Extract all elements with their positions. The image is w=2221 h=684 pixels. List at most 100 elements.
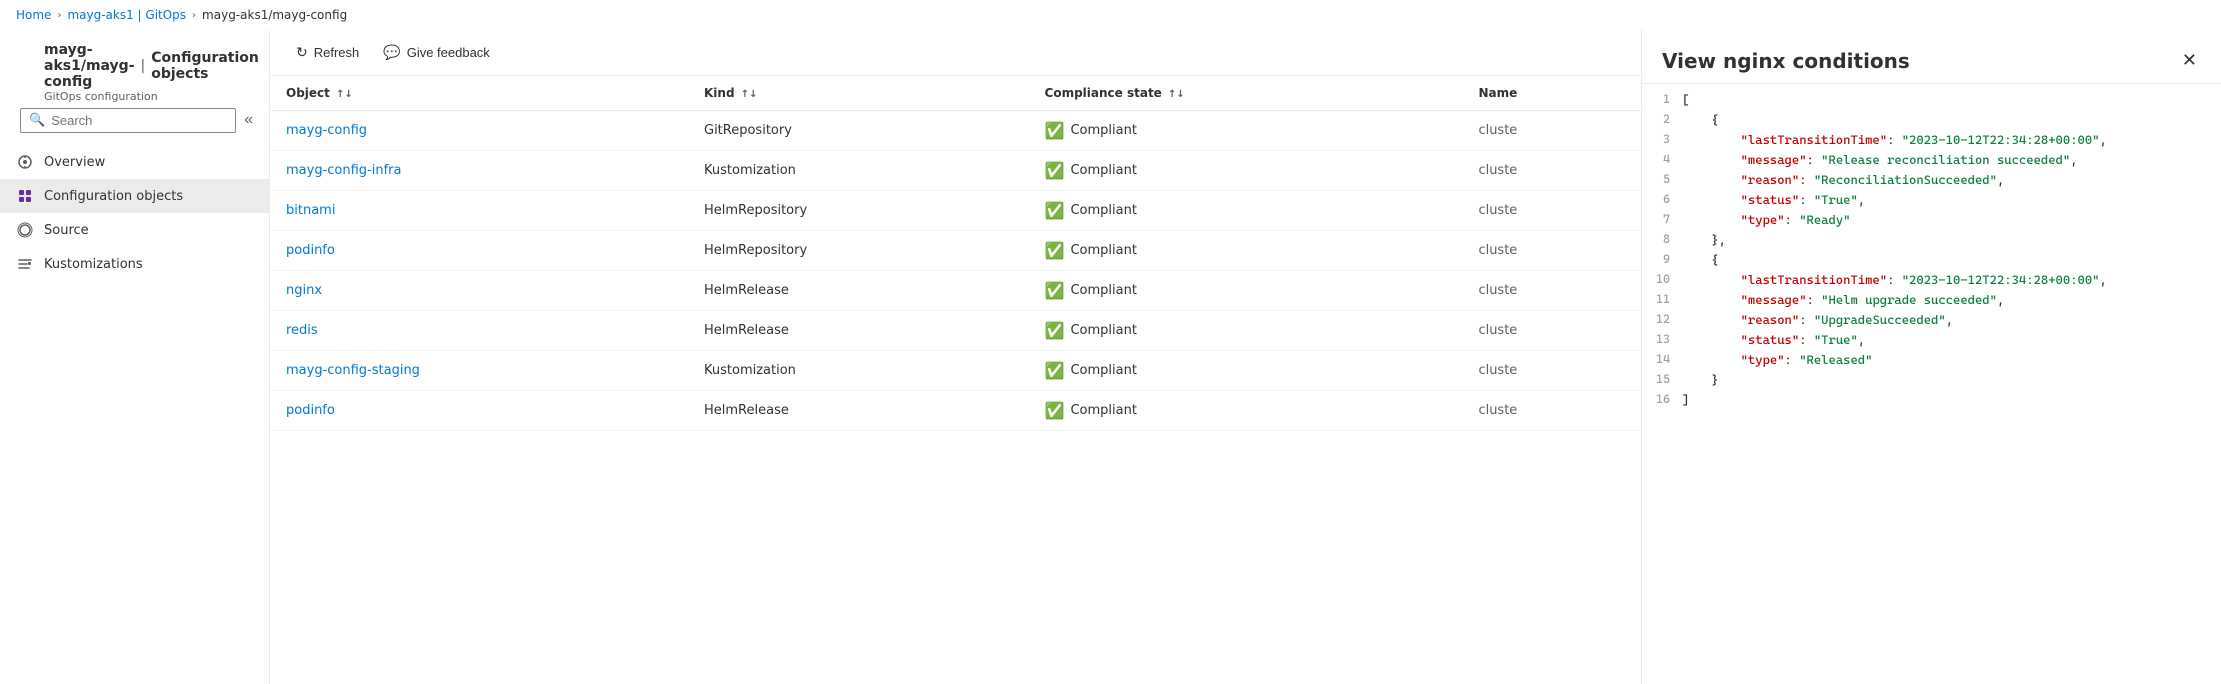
- table-row: podinfo HelmRelease ✅ Compliant cluste: [270, 391, 1641, 431]
- sidebar-item-source[interactable]: Source: [0, 213, 269, 247]
- search-icon: 🔍: [29, 113, 45, 128]
- cell-name: cluste: [1462, 111, 1641, 151]
- line-content: [: [1682, 92, 2221, 112]
- cell-object: redis: [270, 311, 688, 351]
- cell-name: cluste: [1462, 271, 1641, 311]
- object-link[interactable]: mayg-config: [286, 123, 367, 138]
- feedback-label: Give feedback: [407, 45, 490, 60]
- table-area: Object ↑↓ Kind ↑↓ Compliance state ↑↓ Na…: [270, 76, 1641, 684]
- breadcrumb-home[interactable]: Home: [16, 8, 51, 22]
- cell-compliance: ✅ Compliant: [1029, 351, 1463, 391]
- search-input[interactable]: [51, 113, 227, 128]
- code-line: 10 "lastTransitionTime": "2023-10-12T22:…: [1642, 272, 2221, 292]
- line-content: ]: [1682, 392, 2221, 412]
- code-line: 14 "type": "Released": [1642, 352, 2221, 372]
- line-content: {: [1682, 252, 2221, 272]
- line-number: 1: [1642, 92, 1682, 112]
- line-content: "status": "True",: [1682, 192, 2221, 212]
- code-line: 4 "message": "Release reconciliation suc…: [1642, 152, 2221, 172]
- line-number: 10: [1642, 272, 1682, 292]
- cell-kind: Kustomization: [688, 151, 1029, 191]
- compliant-icon: ✅: [1045, 321, 1065, 340]
- cell-object: nginx: [270, 271, 688, 311]
- line-number: 6: [1642, 192, 1682, 212]
- sidebar-item-source-label: Source: [44, 223, 89, 238]
- cell-kind: Kustomization: [688, 351, 1029, 391]
- cell-compliance: ✅ Compliant: [1029, 111, 1463, 151]
- main-content: ↻ Refresh 💬 Give feedback Object ↑↓ Kind…: [270, 30, 1641, 684]
- object-link[interactable]: podinfo: [286, 403, 335, 418]
- line-number: 3: [1642, 132, 1682, 152]
- breadcrumb-gitops[interactable]: mayg-aks1 | GitOps: [67, 8, 186, 22]
- page-title: mayg-aks1/mayg-config | Configuration ob…: [44, 42, 259, 90]
- object-link[interactable]: nginx: [286, 283, 322, 298]
- line-number: 9: [1642, 252, 1682, 272]
- object-link[interactable]: bitnami: [286, 203, 335, 218]
- line-content: "reason": "UpgradeSucceeded",: [1682, 312, 2221, 332]
- sidebar-item-config-objects[interactable]: Configuration objects: [0, 179, 269, 213]
- cell-kind: HelmRepository: [688, 231, 1029, 271]
- sidebar-item-kustomizations-label: Kustomizations: [44, 257, 143, 272]
- compliance-label: Compliant: [1070, 163, 1136, 178]
- code-area[interactable]: 1[2 {3 "lastTransitionTime": "2023-10-12…: [1642, 84, 2221, 684]
- cell-name: cluste: [1462, 231, 1641, 271]
- cell-name: cluste: [1462, 191, 1641, 231]
- sidebar: mayg-aks1/mayg-config | Configuration ob…: [0, 30, 270, 684]
- sidebar-item-overview[interactable]: Overview: [0, 145, 269, 179]
- close-panel-button[interactable]: ✕: [2178, 46, 2201, 75]
- page-subtitle: GitOps configuration: [44, 90, 259, 103]
- cell-object: mayg-config-staging: [270, 351, 688, 391]
- cell-compliance: ✅ Compliant: [1029, 151, 1463, 191]
- source-icon: [16, 221, 34, 239]
- line-content: "reason": "ReconciliationSucceeded",: [1682, 172, 2221, 192]
- compliance-label: Compliant: [1070, 323, 1136, 338]
- code-line: 13 "status": "True",: [1642, 332, 2221, 352]
- feedback-icon: 💬: [383, 44, 400, 61]
- code-line: 9 {: [1642, 252, 2221, 272]
- line-content: "type": "Ready": [1682, 212, 2221, 232]
- code-line: 15 }: [1642, 372, 2221, 392]
- line-content: "message": "Release reconciliation succe…: [1682, 152, 2221, 172]
- sidebar-item-kustomizations[interactable]: Kustomizations: [0, 247, 269, 281]
- collapse-button[interactable]: «: [240, 107, 257, 133]
- line-number: 14: [1642, 352, 1682, 372]
- col-name[interactable]: Name: [1462, 76, 1641, 111]
- nav-list: Overview Configuration objects: [0, 145, 269, 281]
- table-row: podinfo HelmRepository ✅ Compliant clust…: [270, 231, 1641, 271]
- code-line: 11 "message": "Helm upgrade succeeded",: [1642, 292, 2221, 312]
- line-number: 8: [1642, 232, 1682, 252]
- code-line: 6 "status": "True",: [1642, 192, 2221, 212]
- feedback-button[interactable]: 💬 Give feedback: [373, 38, 500, 67]
- overview-icon: [16, 153, 34, 171]
- code-line: 8 },: [1642, 232, 2221, 252]
- line-content: "status": "True",: [1682, 332, 2221, 352]
- line-content: "type": "Released": [1682, 352, 2221, 372]
- object-link[interactable]: redis: [286, 323, 318, 338]
- config-icon: [16, 187, 34, 205]
- cell-kind: HelmRelease: [688, 271, 1029, 311]
- search-box[interactable]: 🔍: [20, 108, 236, 133]
- code-line: 7 "type": "Ready": [1642, 212, 2221, 232]
- sidebar-item-overview-label: Overview: [44, 155, 105, 170]
- object-link[interactable]: mayg-config-staging: [286, 363, 420, 378]
- compliant-icon: ✅: [1045, 121, 1065, 140]
- refresh-button[interactable]: ↻ Refresh: [286, 38, 369, 67]
- line-number: 11: [1642, 292, 1682, 312]
- table-row: mayg-config-infra Kustomization ✅ Compli…: [270, 151, 1641, 191]
- line-content: "lastTransitionTime": "2023-10-12T22:34:…: [1682, 132, 2221, 152]
- cell-kind: HelmRelease: [688, 311, 1029, 351]
- object-link[interactable]: mayg-config-infra: [286, 163, 401, 178]
- col-object[interactable]: Object ↑↓: [270, 76, 688, 111]
- code-line: 3 "lastTransitionTime": "2023-10-12T22:3…: [1642, 132, 2221, 152]
- cell-name: cluste: [1462, 151, 1641, 191]
- line-content: },: [1682, 232, 2221, 252]
- col-compliance[interactable]: Compliance state ↑↓: [1029, 76, 1463, 111]
- object-link[interactable]: podinfo: [286, 243, 335, 258]
- compliance-label: Compliant: [1070, 363, 1136, 378]
- code-line: 5 "reason": "ReconciliationSucceeded",: [1642, 172, 2221, 192]
- line-content: {: [1682, 112, 2221, 132]
- col-kind[interactable]: Kind ↑↓: [688, 76, 1029, 111]
- code-line: 12 "reason": "UpgradeSucceeded",: [1642, 312, 2221, 332]
- config-table: Object ↑↓ Kind ↑↓ Compliance state ↑↓ Na…: [270, 76, 1641, 431]
- compliant-icon: ✅: [1045, 241, 1065, 260]
